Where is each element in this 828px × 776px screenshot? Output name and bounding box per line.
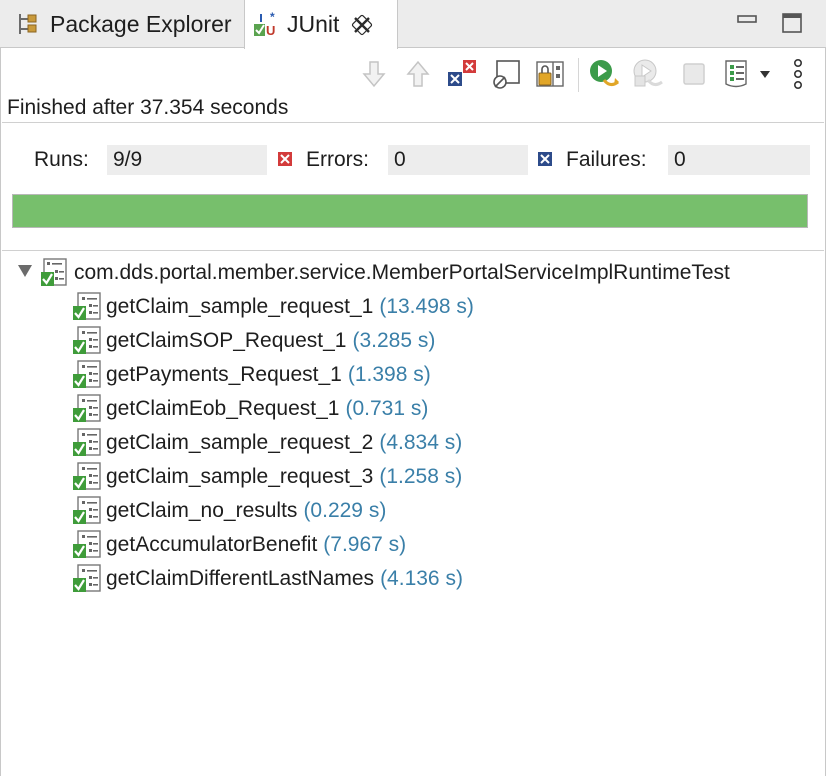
minimize-icon[interactable] (736, 12, 758, 34)
runs-label: Runs: (34, 148, 89, 171)
test-pass-icon (73, 326, 101, 354)
test-name: getClaim_sample_request_1 (106, 295, 374, 318)
tab-label: JUnit (287, 11, 340, 37)
test-name: getClaim_sample_request_2 (106, 431, 374, 454)
test-progress-bar (12, 194, 808, 228)
tab-junit[interactable]: U * JUnit (244, 0, 398, 49)
chevron-down-icon[interactable] (756, 58, 774, 90)
test-pass-icon (73, 530, 101, 558)
test-pass-icon (73, 496, 101, 524)
divider (2, 122, 824, 123)
failures-value: 0 (668, 145, 810, 175)
test-name: getClaimDifferentLastNames (106, 567, 375, 590)
errors-label: Errors: (306, 148, 369, 171)
test-name: getClaim_no_results (106, 499, 298, 522)
test-row[interactable]: getClaimDifferentLastNames (4.136 s) (72, 562, 463, 596)
test-row[interactable]: getClaimEob_Request_1 (0.731 s) (72, 392, 428, 426)
failures-label: Failures: (566, 148, 647, 171)
test-row[interactable]: getClaim_sample_request_2 (4.834 s) (72, 426, 462, 460)
test-row[interactable]: getClaim_sample_request_3 (1.258 s) (72, 460, 462, 494)
test-name: getClaimSOP_Request_1 (106, 329, 347, 352)
tab-package-explorer[interactable]: Package Explorer (0, 0, 244, 48)
test-duration: (4.136 s) (380, 567, 463, 590)
test-row[interactable]: getClaimSOP_Request_1 (3.285 s) (72, 324, 435, 358)
test-row[interactable]: getClaim_no_results (0.229 s) (72, 494, 386, 528)
test-pass-icon (73, 360, 101, 388)
test-duration: (4.834 s) (379, 431, 463, 454)
test-row[interactable]: getPayments_Request_1 (1.398 s) (72, 358, 431, 392)
suite-name: com.dds.portal.member.service.MemberPort… (74, 261, 730, 284)
test-name: getPayments_Request_1 (106, 363, 342, 386)
test-row[interactable]: getAccumulatorBenefit (7.967 s) (72, 528, 406, 562)
toolbar-separator (578, 58, 579, 92)
view-tab-bar: Package Explorer U * JUnit (0, 0, 826, 49)
svg-text:U: U (266, 23, 275, 38)
expand-triangle-icon[interactable] (17, 263, 33, 279)
maximize-icon[interactable] (781, 12, 803, 34)
run-status-text: Finished after 37.354 seconds (7, 96, 289, 119)
runs-value: 9/9 (107, 145, 267, 175)
test-duration: (3.285 s) (352, 329, 436, 352)
rerun-failed-icon[interactable] (632, 58, 664, 90)
test-duration: (1.258 s) (379, 465, 463, 488)
test-name: getClaimEob_Request_1 (106, 397, 340, 420)
test-pass-icon (73, 292, 101, 320)
scroll-lock-icon[interactable] (490, 58, 522, 90)
package-explorer-icon (19, 14, 37, 34)
view-menu-icon[interactable] (784, 58, 812, 90)
previous-failure-icon[interactable] (402, 58, 434, 90)
history-icon[interactable] (722, 58, 754, 90)
test-duration: (0.229 s) (303, 499, 387, 522)
test-duration: (7.967 s) (323, 533, 407, 556)
rerun-icon[interactable] (588, 58, 620, 90)
junit-toolbar (0, 50, 826, 96)
test-duration: (0.731 s) (345, 397, 429, 420)
errors-value: 0 (388, 145, 528, 175)
test-pass-icon (73, 394, 101, 422)
close-icon[interactable] (351, 14, 373, 36)
tab-label: Package Explorer (50, 10, 232, 37)
error-icon (278, 152, 292, 166)
junit-icon: U * (254, 12, 275, 38)
test-duration: (13.498 s) (379, 295, 474, 318)
next-failure-icon[interactable] (358, 58, 390, 90)
layout-icon[interactable] (534, 58, 566, 90)
progress-fill (13, 195, 807, 227)
test-row[interactable]: getClaim_sample_request_1 (13.498 s) (72, 290, 474, 324)
stop-icon[interactable] (678, 58, 710, 90)
test-pass-icon (73, 564, 101, 592)
failure-icon (538, 152, 552, 166)
svg-text:*: * (270, 12, 275, 24)
test-suite-pass-icon (41, 258, 67, 286)
test-duration: (1.398 s) (347, 363, 431, 386)
test-name: getAccumulatorBenefit (106, 533, 318, 556)
test-name: getClaim_sample_request_3 (106, 465, 374, 488)
divider (2, 250, 824, 251)
test-pass-icon (73, 428, 101, 456)
test-pass-icon (73, 462, 101, 490)
tree-suite-row[interactable]: com.dds.portal.member.service.MemberPort… (40, 256, 730, 290)
failures-only-icon[interactable] (446, 58, 478, 90)
